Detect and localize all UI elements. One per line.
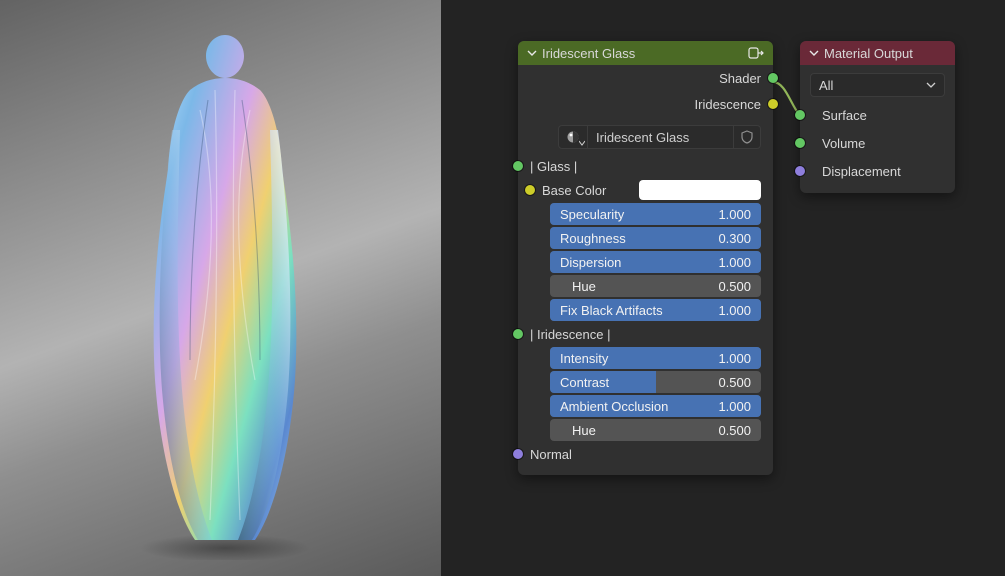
socket-shader-in[interactable] — [513, 161, 523, 171]
input-base-color: Base Color — [530, 179, 761, 201]
socket-shader-in-2[interactable] — [513, 329, 523, 339]
input-displacement[interactable]: Displacement — [800, 157, 955, 185]
prop-label: Hue — [550, 423, 596, 438]
base-color-label: Base Color — [542, 183, 606, 198]
prop-label: Fix Black Artifacts — [550, 303, 663, 318]
normal-label: Normal — [530, 447, 572, 462]
fake-user-button[interactable] — [733, 125, 761, 149]
nodegroup-edit-icon[interactable] — [747, 45, 765, 61]
chevron-down-icon — [526, 47, 538, 59]
chevron-down-icon — [808, 47, 820, 59]
prop-value: 1.000 — [718, 399, 761, 414]
node-body: All Surface Volume Displacement — [800, 73, 955, 193]
render-viewport[interactable] — [0, 0, 441, 576]
render-statue — [120, 20, 330, 560]
output-iridescence[interactable]: Iridescence — [518, 91, 773, 117]
node-material-output[interactable]: Material Output All Surface Volume Displ… — [800, 41, 955, 193]
input-surface[interactable]: Surface — [800, 101, 955, 129]
chevron-down-icon — [579, 140, 585, 146]
prop-label: Ambient Occlusion — [550, 399, 668, 414]
prop-contrast[interactable]: Contrast 0.500 — [550, 371, 761, 393]
material-sphere-icon — [566, 130, 580, 144]
nodegroup-selector: Iridescent Glass — [558, 125, 761, 149]
socket-displacement[interactable] — [795, 166, 805, 176]
prop-roughness[interactable]: Roughness 0.300 — [550, 227, 761, 249]
node-body: Shader Iridescence — [518, 65, 773, 475]
prop-ao[interactable]: Ambient Occlusion 1.000 — [550, 395, 761, 417]
shader-node-editor[interactable]: Iridescent Glass Shader Iridescence — [441, 0, 1005, 576]
section-iridescence-label: | Iridescence | — [530, 327, 610, 342]
prop-value: 0.500 — [718, 423, 761, 438]
node-header[interactable]: Iridescent Glass — [518, 41, 773, 65]
prop-hue_iri[interactable]: Hue 0.500 — [550, 419, 761, 441]
nodegroup-browse-button[interactable] — [558, 125, 588, 149]
section-glass: | Glass | — [518, 155, 773, 177]
prop-value: 1.000 — [718, 351, 761, 366]
input-volume-label: Volume — [822, 136, 865, 151]
socket-surface[interactable] — [795, 110, 805, 120]
prop-label: Specularity — [550, 207, 624, 222]
input-volume[interactable]: Volume — [800, 129, 955, 157]
prop-value: 0.500 — [718, 375, 761, 390]
output-shader[interactable]: Shader — [518, 65, 773, 91]
prop-label: Hue — [550, 279, 596, 294]
output-target-value: All — [819, 78, 926, 93]
prop-value: 1.000 — [718, 303, 761, 318]
section-glass-label: | Glass | — [530, 159, 577, 174]
prop-label: Contrast — [550, 375, 609, 390]
prop-label: Intensity — [550, 351, 608, 366]
output-iridescence-label: Iridescence — [695, 97, 761, 112]
node-title: Iridescent Glass — [542, 46, 747, 61]
prop-specularity[interactable]: Specularity 1.000 — [550, 203, 761, 225]
nodegroup-name-field[interactable]: Iridescent Glass — [588, 125, 733, 149]
prop-hue_glass[interactable]: Hue 0.500 — [550, 275, 761, 297]
socket-base-color[interactable] — [525, 185, 535, 195]
base-color-swatch[interactable] — [639, 180, 761, 200]
socket-shader-out[interactable] — [768, 73, 778, 83]
node-header[interactable]: Material Output — [800, 41, 955, 65]
socket-volume[interactable] — [795, 138, 805, 148]
socket-normal[interactable] — [513, 449, 523, 459]
node-iridescent-glass[interactable]: Iridescent Glass Shader Iridescence — [518, 41, 773, 475]
prop-value: 1.000 — [718, 207, 761, 222]
prop-label: Roughness — [550, 231, 626, 246]
prop-intensity[interactable]: Intensity 1.000 — [550, 347, 761, 369]
input-displacement-label: Displacement — [822, 164, 901, 179]
output-shader-label: Shader — [719, 71, 761, 86]
shield-icon — [741, 130, 753, 144]
statue-svg — [120, 20, 330, 560]
input-surface-label: Surface — [822, 108, 867, 123]
prop-fix_black[interactable]: Fix Black Artifacts 1.000 — [550, 299, 761, 321]
prop-value: 0.300 — [718, 231, 761, 246]
prop-dispersion[interactable]: Dispersion 1.000 — [550, 251, 761, 273]
prop-value: 1.000 — [718, 255, 761, 270]
input-normal: Normal — [518, 443, 773, 465]
nodegroup-name-text: Iridescent Glass — [596, 130, 689, 145]
section-iridescence: | Iridescence | — [518, 323, 773, 345]
prop-value: 0.500 — [718, 279, 761, 294]
socket-iridescence-out[interactable] — [768, 99, 778, 109]
node-title: Material Output — [824, 46, 947, 61]
prop-label: Dispersion — [550, 255, 621, 270]
output-target-select[interactable]: All — [810, 73, 945, 97]
chevron-down-icon — [926, 80, 936, 90]
